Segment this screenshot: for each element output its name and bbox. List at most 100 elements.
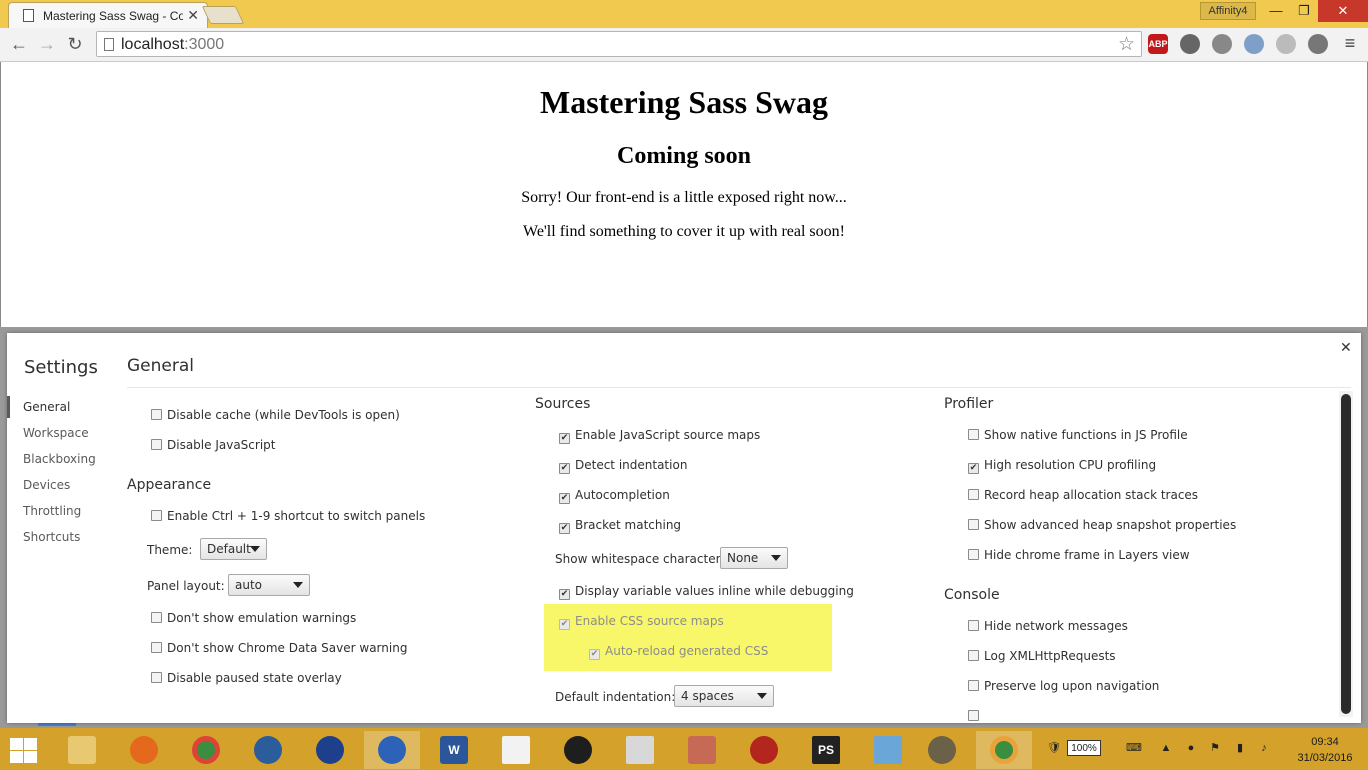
checkbox-checked[interactable]: ✔ [559, 589, 570, 600]
datasaver-warning-option[interactable]: Don't show Chrome Data Saver warning [151, 641, 407, 655]
ccleaner-icon[interactable] [302, 731, 358, 769]
mail-icon[interactable] [612, 731, 668, 769]
checkbox-checked[interactable]: ✔ [559, 523, 570, 534]
whitespace-select[interactable]: None [720, 547, 788, 569]
tray-app-icon[interactable]: ● [1184, 740, 1198, 756]
checkbox-checked[interactable]: ✔ [559, 463, 570, 474]
detect-indentation-option[interactable]: ✔ Detect indentation [559, 458, 687, 474]
gimp-icon[interactable] [914, 731, 970, 769]
js-source-maps-option[interactable]: ✔ Enable JavaScript source maps [559, 428, 760, 444]
red-app-icon[interactable] [736, 731, 792, 769]
bookmark-star-icon[interactable]: ☆ [1118, 33, 1135, 56]
chrome-frame-option[interactable]: Hide chrome frame in Layers view [968, 548, 1190, 562]
partial-option[interactable] [968, 709, 984, 723]
phpstorm-icon[interactable]: PS [798, 731, 854, 769]
checkbox-checked[interactable]: ✔ [589, 649, 600, 660]
file-explorer-icon[interactable] [54, 731, 110, 769]
minimize-icon[interactable]: — [1262, 0, 1290, 22]
checkbox-checked[interactable]: ✔ [559, 493, 570, 504]
back-arrow-icon[interactable]: ← [8, 33, 30, 55]
sidebar-item-general[interactable]: General [7, 396, 117, 418]
sidebar-item-blackboxing[interactable]: Blackboxing [7, 448, 117, 470]
browser-tab-active[interactable]: Mastering Sass Swag - Co ✕ [8, 2, 208, 28]
extension-gear-icon[interactable] [1276, 34, 1296, 54]
settings-scrollbar-thumb[interactable] [1341, 394, 1351, 714]
extension-media-icon[interactable] [1212, 34, 1232, 54]
page-info-icon[interactable] [104, 38, 114, 51]
high-res-cpu-option[interactable]: ✔ High resolution CPU profiling [968, 458, 1156, 474]
extension-e-icon[interactable] [1308, 34, 1328, 54]
close-window-icon[interactable]: ✕ [1318, 0, 1368, 22]
tray-expand-icon[interactable]: ▲ [1160, 740, 1172, 756]
heap-snapshot-option[interactable]: Show advanced heap snapshot properties [968, 518, 1236, 532]
signal-icon[interactable]: ▮ [1232, 740, 1248, 756]
thunderbird-icon[interactable] [240, 731, 296, 769]
checkbox[interactable] [151, 612, 162, 623]
sidebar-item-throttling[interactable]: Throttling [7, 500, 117, 522]
tab-close-icon[interactable]: ✕ [187, 7, 199, 24]
firefox-dev-icon[interactable] [364, 731, 420, 769]
firefox-icon[interactable] [116, 731, 172, 769]
action-center-icon[interactable]: ⚑ [1208, 740, 1222, 756]
sidebar-item-shortcuts[interactable]: Shortcuts [7, 526, 117, 548]
disable-cache-option[interactable]: Disable cache (while DevTools is open) [151, 408, 400, 422]
volume-icon[interactable]: ♪ [1256, 740, 1272, 756]
checkbox[interactable] [968, 620, 979, 631]
checkbox[interactable] [151, 510, 162, 521]
system-clock[interactable]: 09:34 31/03/2016 [1290, 734, 1360, 766]
bracket-matching-option[interactable]: ✔ Bracket matching [559, 518, 681, 534]
sidebar-item-workspace[interactable]: Workspace [7, 422, 117, 444]
checkbox[interactable] [151, 642, 162, 653]
checkbox[interactable] [968, 549, 979, 560]
reload-icon[interactable]: ↻ [64, 33, 86, 55]
profile-button[interactable]: Affinity4 [1200, 2, 1256, 20]
hide-network-option[interactable]: Hide network messages [968, 619, 1128, 633]
checkbox-checked[interactable]: ✔ [968, 463, 979, 474]
checkbox[interactable] [968, 489, 979, 500]
auto-reload-css-option[interactable]: ✔ Auto-reload generated CSS [589, 644, 768, 660]
panel-layout-select[interactable]: auto [228, 574, 310, 596]
ctrl-shortcut-option[interactable]: Enable Ctrl + 1-9 shortcut to switch pan… [151, 509, 425, 523]
chrome-icon[interactable] [178, 731, 234, 769]
checkbox[interactable] [151, 439, 162, 450]
paused-overlay-option[interactable]: Disable paused state overlay [151, 671, 342, 685]
default-indentation-select[interactable]: 4 spaces [674, 685, 774, 707]
chrome-canary-icon[interactable] [976, 731, 1032, 769]
checkbox[interactable] [151, 409, 162, 420]
theme-select[interactable]: Default [200, 538, 267, 560]
windows-start-icon[interactable] [8, 736, 38, 764]
native-functions-option[interactable]: Show native functions in JS Profile [968, 428, 1188, 442]
security-shield-icon[interactable]: 🛡 [1046, 740, 1062, 756]
adblock-icon[interactable]: ABP [1148, 34, 1168, 54]
apps-grid-icon[interactable] [488, 731, 544, 769]
git-app-icon[interactable] [674, 731, 730, 769]
checkbox-checked[interactable]: ✔ [559, 619, 570, 630]
forward-arrow-icon[interactable]: → [36, 33, 58, 55]
emulation-warnings-option[interactable]: Don't show emulation warnings [151, 611, 356, 625]
notepad-icon[interactable] [860, 731, 916, 769]
dropbox-icon[interactable] [1244, 34, 1264, 54]
new-tab-button[interactable] [201, 6, 245, 24]
checkbox[interactable] [968, 519, 979, 530]
heap-allocation-option[interactable]: Record heap allocation stack traces [968, 488, 1198, 502]
restore-icon[interactable]: ❐ [1290, 0, 1318, 22]
address-bar[interactable]: localhost:3000 ☆ [96, 31, 1142, 57]
sidebar-item-devices[interactable]: Devices [7, 474, 117, 496]
inline-values-option[interactable]: ✔ Display variable values inline while de… [559, 584, 854, 600]
autocompletion-option[interactable]: ✔ Autocompletion [559, 488, 670, 504]
spotify-icon[interactable] [550, 731, 606, 769]
log-xhr-option[interactable]: Log XMLHttpRequests [968, 649, 1116, 663]
checkbox[interactable] [968, 429, 979, 440]
checkbox[interactable] [968, 650, 979, 661]
battery-indicator[interactable]: 100% [1067, 740, 1101, 756]
disable-javascript-option[interactable]: Disable JavaScript [151, 438, 275, 452]
css-source-maps-option[interactable]: ✔ Enable CSS source maps [559, 614, 724, 630]
preserve-log-option[interactable]: Preserve log upon navigation [968, 679, 1159, 693]
keyboard-icon[interactable]: ⌨ [1120, 740, 1148, 756]
chrome-menu-icon[interactable]: ≡ [1340, 33, 1360, 55]
checkbox[interactable] [968, 680, 979, 691]
checkbox-checked[interactable]: ✔ [559, 433, 570, 444]
checkbox[interactable] [968, 710, 979, 721]
word-icon[interactable]: W [426, 731, 482, 769]
close-settings-icon[interactable]: ✕ [1340, 340, 1352, 356]
